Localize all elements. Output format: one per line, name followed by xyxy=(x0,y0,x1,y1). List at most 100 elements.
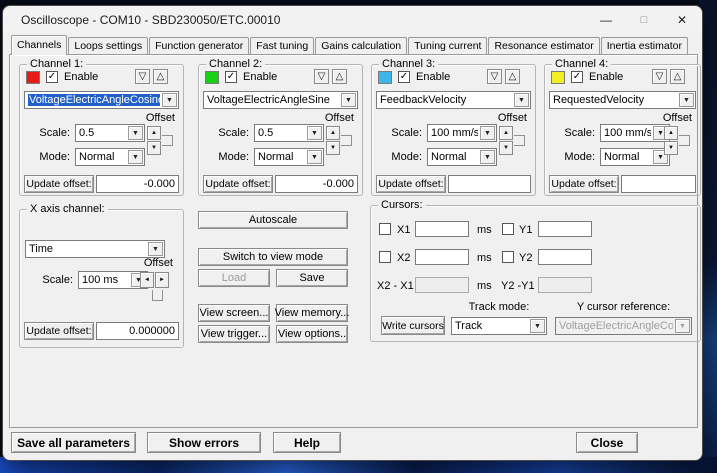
channel-1-move-up-button[interactable]: △ xyxy=(153,69,168,84)
cursor-y2-checkbox[interactable] xyxy=(502,251,514,263)
y-cursor-reference-value: VoltageElectricAngleCosine xyxy=(559,320,673,332)
view-trigger-button[interactable]: View trigger... xyxy=(198,325,270,343)
channel-2-signal-select[interactable]: VoltageElectricAngleSine ▼ xyxy=(203,91,358,109)
channel-1-signal-select[interactable]: VoltageElectricAngleCosine ▼ xyxy=(24,91,179,109)
channel-3-enable-checkbox[interactable]: ✓ xyxy=(398,71,410,83)
cursor-x2-checkbox[interactable] xyxy=(379,251,391,263)
x-axis-update-offset-button[interactable]: Update offset: xyxy=(24,322,94,340)
combo-arrow-icon[interactable]: ▼ xyxy=(514,93,529,107)
x-axis-offset-right-button[interactable]: ► xyxy=(155,272,169,288)
titlebar[interactable]: Oscilloscope - COM10 - SBD230050/ETC.000… xyxy=(3,6,702,33)
x-axis-scale-label: Scale: xyxy=(25,274,73,286)
x-axis-offset-left-button[interactable]: ◄ xyxy=(140,272,154,288)
tab-resonance-estimator[interactable]: Resonance estimator xyxy=(488,37,599,55)
tab-loops-settings[interactable]: Loops settings xyxy=(68,37,148,55)
channel-2-update-offset-field[interactable]: -0.000 xyxy=(275,175,358,193)
channel-3-mode-select[interactable]: Normal ▼ xyxy=(427,148,497,166)
channel-4-scale-select[interactable]: 100 mm/s ▼ xyxy=(600,124,670,142)
autoscale-button[interactable]: Autoscale xyxy=(198,211,348,229)
channel-4-offset-up-button[interactable]: ▲ xyxy=(664,126,678,140)
channel-2-update-offset-button[interactable]: Update offset: xyxy=(203,175,273,193)
channel-1-offset-down-button[interactable]: ▼ xyxy=(147,141,161,155)
cursor-y1-checkbox[interactable] xyxy=(502,223,514,235)
channel-4-update-offset-button[interactable]: Update offset: xyxy=(549,175,619,193)
channel-3-offset-down-button[interactable]: ▼ xyxy=(499,141,513,155)
channel-3-color-swatch xyxy=(378,71,392,84)
combo-arrow-icon[interactable]: ▼ xyxy=(162,93,177,107)
x-axis-channel-select[interactable]: Time ▼ xyxy=(25,240,165,258)
x-axis-scale-select[interactable]: 100 ms ▼ xyxy=(78,271,148,289)
combo-arrow-icon[interactable]: ▼ xyxy=(679,93,694,107)
cursor-x1-checkbox[interactable] xyxy=(379,223,391,235)
channel-3-move-up-button[interactable]: △ xyxy=(505,69,520,84)
channel-4-move-down-button[interactable]: ▽ xyxy=(652,69,667,84)
channel-4-offset-down-button[interactable]: ▼ xyxy=(664,141,678,155)
tab-fast-tuning[interactable]: Fast tuning xyxy=(250,37,314,55)
channel-4-signal-value: RequestedVelocity xyxy=(553,94,677,106)
channel-3-move-down-button[interactable]: ▽ xyxy=(487,69,502,84)
cursor-y2-field[interactable] xyxy=(538,249,592,265)
channel-4-move-up-button[interactable]: △ xyxy=(670,69,685,84)
channel-2-offset-up-button[interactable]: ▲ xyxy=(326,126,340,140)
tab-tuning-current[interactable]: Tuning current xyxy=(408,37,487,55)
cursor-x1-field[interactable] xyxy=(415,221,469,237)
channel-2-move-up-button[interactable]: △ xyxy=(332,69,347,84)
channel-1-scale-label: Scale: xyxy=(20,127,70,139)
combo-arrow-icon[interactable]: ▼ xyxy=(307,150,322,164)
close-button[interactable]: Close xyxy=(576,432,638,453)
tab-inertia-estimator[interactable]: Inertia estimator xyxy=(601,37,688,55)
channel-4-mode-value: Normal xyxy=(604,151,651,163)
view-options-button[interactable]: View options.. xyxy=(276,325,348,343)
channel-2-mode-select[interactable]: Normal ▼ xyxy=(254,148,324,166)
channel-3-offset-up-button[interactable]: ▲ xyxy=(499,126,513,140)
channel-1-offset-up-button[interactable]: ▲ xyxy=(147,126,161,140)
write-cursors-button[interactable]: Write cursors xyxy=(381,316,445,335)
channel-1-mode-select[interactable]: Normal ▼ xyxy=(75,148,145,166)
channel-3-update-offset-button[interactable]: Update offset: xyxy=(376,175,446,193)
track-mode-select[interactable]: Track ▼ xyxy=(451,317,547,335)
cursor-y1-field[interactable] xyxy=(538,221,592,237)
combo-arrow-icon[interactable]: ▼ xyxy=(480,126,495,140)
show-errors-button[interactable]: Show errors xyxy=(147,432,261,453)
combo-arrow-icon[interactable]: ▼ xyxy=(148,242,163,256)
channel-3-scale-select[interactable]: 100 mm/s ▼ xyxy=(427,124,497,142)
channel-3-update-offset-field[interactable] xyxy=(448,175,531,193)
channel-1-update-offset-field[interactable]: -0.000 xyxy=(96,175,179,193)
tab-function-generator[interactable]: Function generator xyxy=(149,37,249,55)
channel-1-enable-checkbox[interactable]: ✓ xyxy=(46,71,58,83)
save-all-parameters-button[interactable]: Save all parameters xyxy=(11,432,136,453)
channel-3-signal-value: FeedbackVelocity xyxy=(380,94,512,106)
channel-4-signal-select[interactable]: RequestedVelocity ▼ xyxy=(549,91,696,109)
maximize-button[interactable]: □ xyxy=(625,6,663,33)
combo-arrow-icon[interactable]: ▼ xyxy=(307,126,322,140)
channel-2-enable-checkbox[interactable]: ✓ xyxy=(225,71,237,83)
combo-arrow-icon[interactable]: ▼ xyxy=(480,150,495,164)
view-memory-button[interactable]: View memory... xyxy=(276,304,348,322)
view-screen-button[interactable]: View screen... xyxy=(198,304,270,322)
save-button[interactable]: Save xyxy=(276,269,348,287)
minimize-button[interactable]: — xyxy=(587,6,625,33)
tab-channels[interactable]: Channels xyxy=(11,35,67,55)
channel-2-move-down-button[interactable]: ▽ xyxy=(314,69,329,84)
combo-arrow-icon[interactable]: ▼ xyxy=(530,319,545,333)
channel-4-enable-checkbox[interactable]: ✓ xyxy=(571,71,583,83)
cursor-x2-field[interactable] xyxy=(415,249,469,265)
combo-arrow-icon[interactable]: ▼ xyxy=(128,126,143,140)
help-button[interactable]: Help xyxy=(273,432,341,453)
switch-to-view-mode-button[interactable]: Switch to view mode xyxy=(198,248,348,266)
channel-4-mode-select[interactable]: Normal ▼ xyxy=(600,148,670,166)
tab-gains-calculation[interactable]: Gains calculation xyxy=(315,37,407,55)
channel-1-scale-select[interactable]: 0.5 ▼ xyxy=(75,124,145,142)
close-window-button[interactable]: ✕ xyxy=(663,6,701,33)
channel-2-scale-select[interactable]: 0.5 ▼ xyxy=(254,124,324,142)
cursor-dy-field xyxy=(538,277,592,293)
x-axis-update-offset-field[interactable]: 0.000000 xyxy=(96,322,179,340)
channel-2-offset-down-button[interactable]: ▼ xyxy=(326,141,340,155)
track-mode-value: Track xyxy=(455,320,528,332)
combo-arrow-icon[interactable]: ▼ xyxy=(128,150,143,164)
channel-1-update-offset-button[interactable]: Update offset: xyxy=(24,175,94,193)
channel-4-update-offset-field[interactable] xyxy=(621,175,696,193)
channel-1-move-down-button[interactable]: ▽ xyxy=(135,69,150,84)
combo-arrow-icon[interactable]: ▼ xyxy=(341,93,356,107)
channel-3-signal-select[interactable]: FeedbackVelocity ▼ xyxy=(376,91,531,109)
